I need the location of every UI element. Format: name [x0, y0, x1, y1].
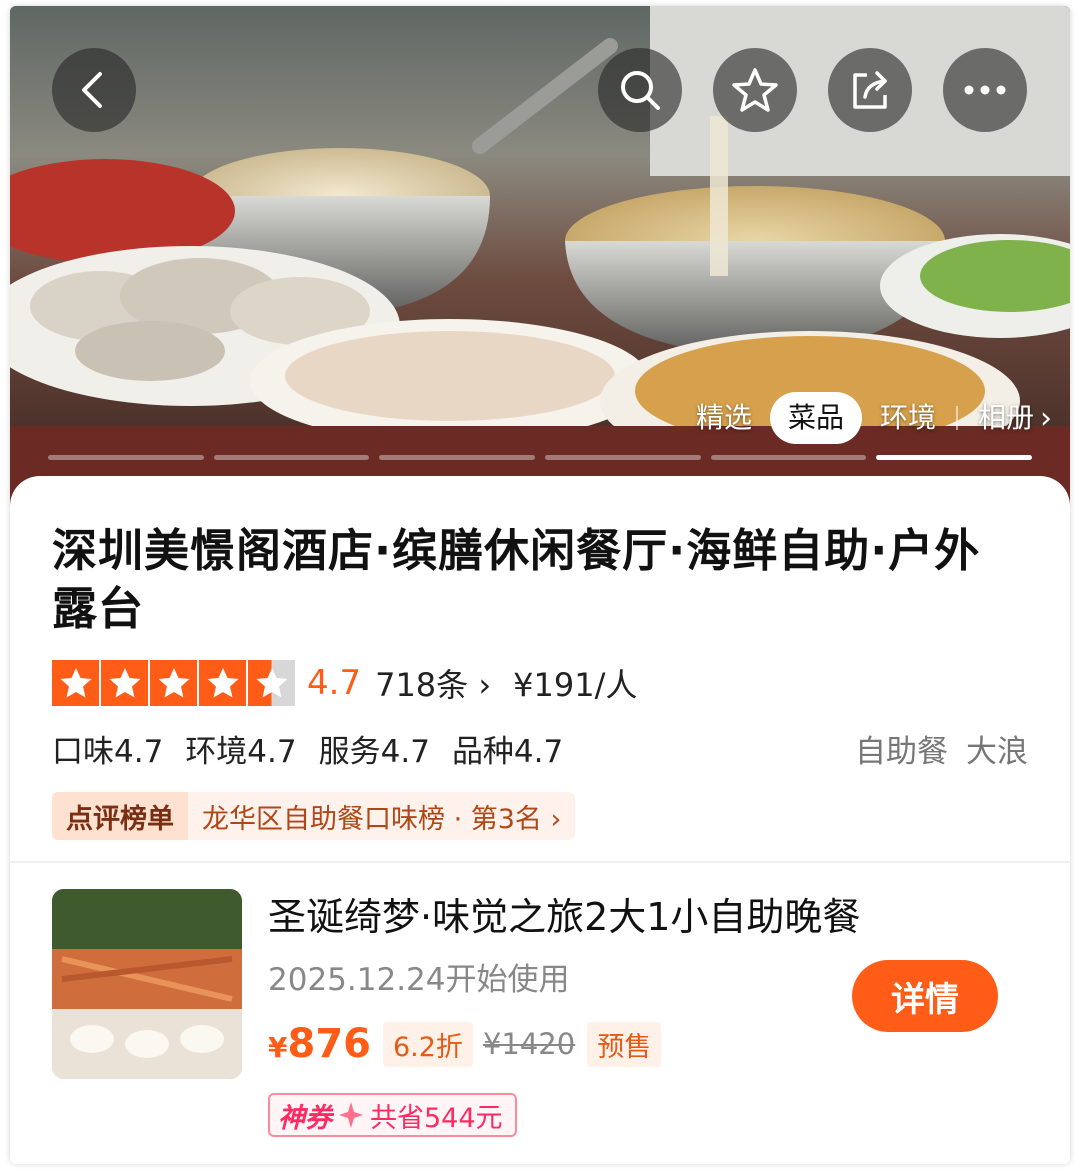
star-icon: [150, 660, 197, 706]
back-button[interactable]: [52, 48, 136, 132]
tab-featured[interactable]: 精选: [678, 392, 770, 444]
progress-segment: [48, 455, 204, 460]
price-per-person: ¥191/人: [513, 666, 638, 704]
search-button[interactable]: [598, 48, 682, 132]
hero-photo[interactable]: 精选 菜品 环境 相册 ›: [10, 6, 1070, 506]
ranking-badge: 点评榜单: [52, 792, 188, 840]
share-icon: [853, 71, 887, 109]
restaurant-info-card: 深圳美憬阁酒店·缤膳休闲餐厅·海鲜自助·户外露台 4.7 718条 › ¥191…: [10, 476, 1070, 1164]
subscore-environment: 环境4.7: [185, 734, 297, 770]
coupon-label: 神券: [278, 1102, 332, 1134]
original-price: ¥1420: [482, 1027, 576, 1061]
progress-segment: [545, 455, 701, 460]
review-count: 718条: [375, 666, 469, 704]
category-area[interactable]: 大浪: [966, 726, 1028, 771]
currency-symbol: ¥: [268, 1031, 288, 1064]
progress-segment: [213, 455, 370, 460]
subscore-service: 服务4.7: [318, 734, 430, 770]
more-icon: [964, 85, 1006, 95]
app-frame: 精选 菜品 环境 相册 › 深圳美憬阁酒店·缤膳休闲餐厅·海鲜自助·户外露台 4…: [10, 6, 1070, 1164]
deal-thumbnail[interactable]: [52, 889, 242, 1079]
favorite-button[interactable]: [713, 48, 797, 132]
rating-row: 4.7 718条 › ¥191/人: [52, 660, 637, 706]
half-star-icon: [248, 660, 295, 706]
chevron-right-icon: ›: [478, 666, 492, 704]
discount-tag: 6.2折: [382, 1021, 473, 1067]
gallery-tabs: 精选 菜品 环境 相册 ›: [678, 390, 1052, 446]
tab-environment[interactable]: 环境: [862, 392, 954, 444]
search-icon: [621, 71, 660, 110]
section-divider: [10, 861, 1070, 863]
sparkle-icon: [339, 1102, 363, 1128]
rating-score: 4.7: [307, 663, 362, 703]
restaurant-name: 深圳美憬阁酒店·缤膳休闲餐厅·海鲜自助·户外露台: [52, 524, 981, 635]
presale-tag: 预售: [587, 1021, 662, 1067]
category-cuisine[interactable]: 自助餐: [855, 726, 948, 771]
coupon-savings: 共省544元: [370, 1102, 503, 1134]
chevron-left-icon: [82, 72, 102, 108]
deal-title[interactable]: 圣诞绮梦·味觉之旅2大1小自助晚餐: [268, 886, 860, 941]
category-tags: 自助餐 大浪: [855, 726, 1028, 771]
star-icon: [199, 660, 246, 706]
deal-price-row: ¥876 6.2折 ¥1420 预售: [268, 1021, 662, 1067]
more-button[interactable]: [943, 48, 1027, 132]
tab-divider: [955, 406, 958, 430]
deal-date: 2025.12.24开始使用: [268, 962, 570, 998]
progress-segment: [379, 455, 536, 460]
star-icon: [52, 660, 99, 706]
star-icon: [732, 68, 778, 112]
subscore-taste: 口味4.7: [52, 734, 164, 770]
star-icon: [101, 660, 148, 706]
review-count-link[interactable]: 718条 ›: [375, 660, 491, 706]
chevron-right-icon[interactable]: ›: [1036, 401, 1052, 436]
coupon-badge[interactable]: 神券 共省544元: [268, 1093, 517, 1137]
subscores: 口味4.7 环境4.7 服务4.7 品种4.7: [52, 726, 563, 771]
deal-price: ¥876: [268, 1021, 371, 1067]
deal-thumbnail-art: [52, 889, 242, 1079]
star-rating: [52, 660, 295, 706]
subscore-variety: 品种4.7: [451, 734, 564, 770]
gallery-progress: [48, 455, 1033, 460]
progress-segment-active: [876, 455, 1033, 460]
detail-button[interactable]: 详情: [852, 960, 998, 1032]
ranking-text: 龙华区自助餐口味榜 · 第3名 ›: [202, 803, 562, 835]
tab-dishes[interactable]: 菜品: [769, 392, 862, 444]
deal-price-value: 876: [287, 1021, 371, 1067]
tab-album[interactable]: 相册: [960, 392, 1036, 444]
progress-segment: [710, 455, 867, 460]
share-button[interactable]: [828, 48, 912, 132]
ranking-banner[interactable]: 点评榜单 龙华区自助餐口味榜 · 第3名 ›: [52, 792, 576, 840]
